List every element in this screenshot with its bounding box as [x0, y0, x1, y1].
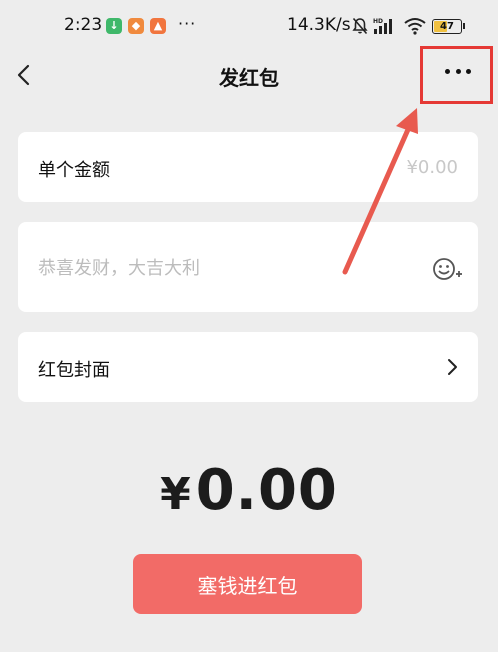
battery-level: 47 [440, 21, 454, 32]
currency-symbol: ¥ [160, 469, 192, 520]
emoji-icon[interactable] [430, 255, 464, 283]
chevron-right-icon [448, 359, 457, 375]
greeting-row [18, 222, 478, 312]
total-amount: ¥0.00 [0, 458, 498, 523]
amount-label: 单个金额 [38, 160, 110, 181]
greeting-input[interactable] [38, 255, 398, 281]
more-icon [445, 69, 471, 75]
more-notifications-indicator: ··· [178, 14, 197, 33]
app-notification-icon: ↓ [106, 18, 122, 34]
total-value: 0.00 [195, 458, 338, 523]
cover-row[interactable]: 红包封面 [18, 332, 478, 402]
app-notification-icon: ◆ [128, 18, 144, 34]
app-notification-icon: ▲ [150, 18, 166, 34]
amount-row: 单个金额 [18, 132, 478, 202]
more-options-button[interactable] [420, 46, 493, 104]
svg-text:HD: HD [373, 18, 383, 25]
network-speed: 14.3K/s [287, 15, 351, 35]
status-bar: 2:23 ↓ ◆ ▲ ··· 14.3K/s HD 47 [0, 0, 498, 50]
mute-icon [352, 17, 368, 35]
status-time: 2:23 [64, 15, 103, 35]
amount-input[interactable] [338, 154, 458, 180]
signal-icon: HD [373, 18, 392, 34]
battery-icon: 47 [432, 19, 465, 34]
wifi-icon [404, 18, 426, 35]
cover-label: 红包封面 [38, 360, 110, 381]
submit-button[interactable]: 塞钱进红包 [133, 554, 362, 614]
